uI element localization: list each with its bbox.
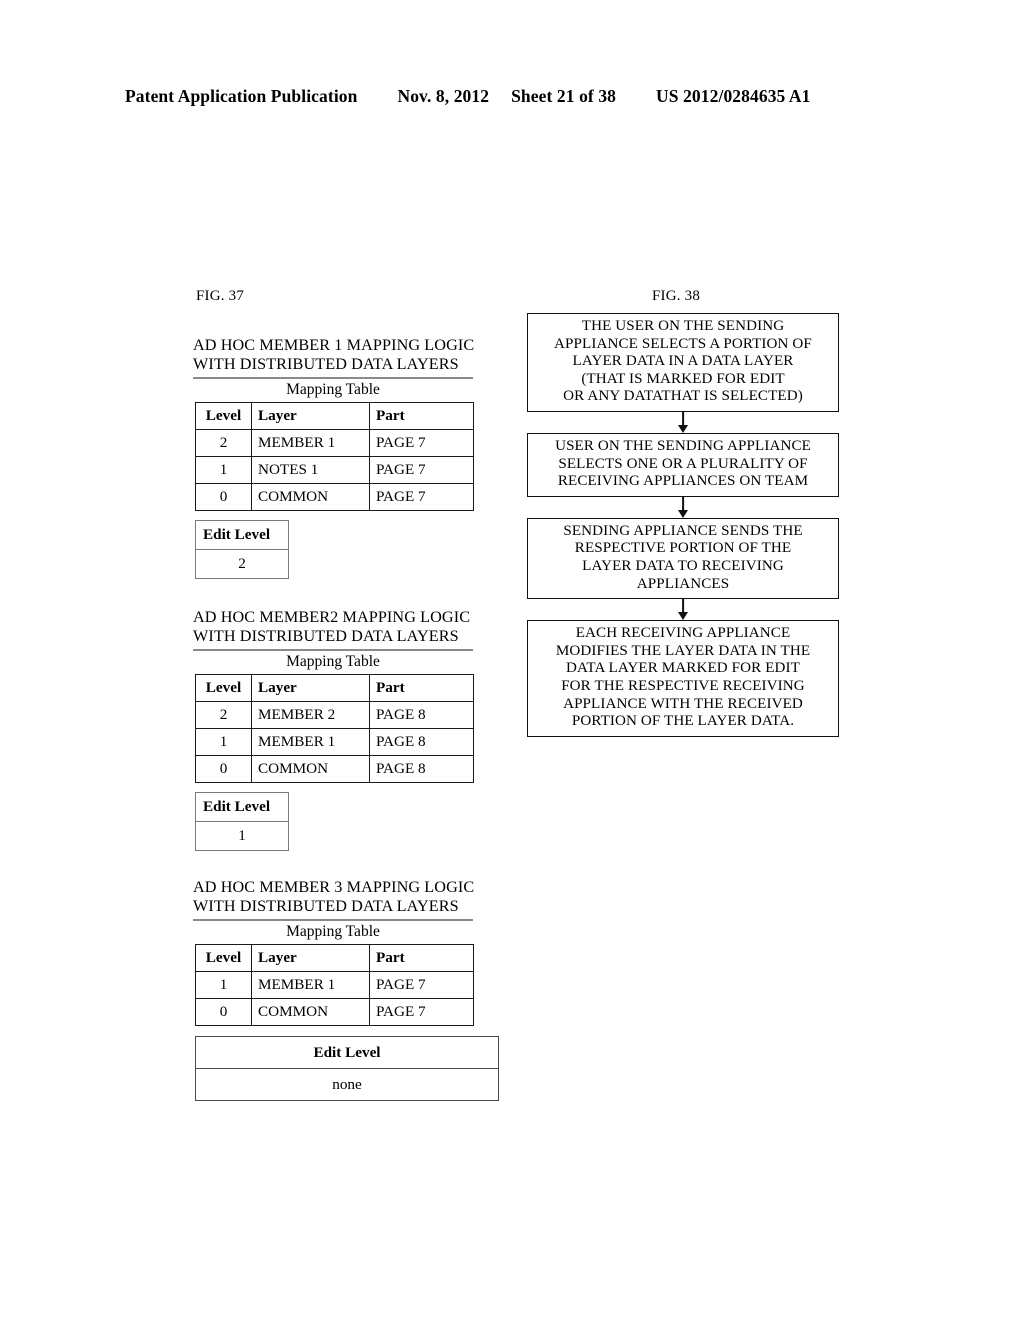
mapping-table: Level Layer Part 1 MEMBER 1 PAGE 7 0 COM… [195,944,474,1026]
edit-level-header-row: Edit Level [195,792,289,822]
column-header-part: Part [369,944,474,972]
figure-label-37: FIG. 37 [196,288,245,304]
section-divider [193,649,473,651]
edit-level-value-row: 1 [195,821,289,851]
mapping-section-member-3: AD HOC MEMBER 3 MAPPING LOGIC WITH DISTR… [193,878,513,1101]
arrow-head-icon [678,612,688,621]
arrow-head-icon [678,509,688,518]
cell-level: 0 [195,755,252,783]
section-divider [193,377,473,379]
cell-part: PAGE 8 [369,728,474,756]
edit-level-value: none [195,1068,499,1101]
table-row: 1 MEMBER 1 PAGE 7 [195,971,474,999]
cell-layer: NOTES 1 [251,456,370,484]
cell-layer: COMMON [251,483,370,511]
flow-arrow-2-to-3 [527,496,839,518]
section-title: AD HOC MEMBER2 MAPPING LOGIC WITH DISTRI… [193,608,471,645]
cell-level: 2 [195,429,252,457]
cell-level: 0 [195,483,252,511]
page-header: Patent Application Publication Nov. 8, 2… [125,86,900,107]
edit-level-box: Edit Level 1 [195,792,289,851]
column-header-part: Part [369,402,474,430]
cell-layer: COMMON [251,755,370,783]
edit-level-box: Edit Level none [195,1036,499,1101]
edit-level-value-row: none [195,1068,499,1101]
cell-level: 2 [195,701,252,729]
flow-step-3: SENDING APPLIANCE SENDS THE RESPECTIVE P… [527,517,839,600]
mapping-table: Level Layer Part 2 MEMBER 1 PAGE 7 1 NOT… [195,402,474,511]
edit-level-label: Edit Level [195,792,289,822]
table-row: 0 COMMON PAGE 7 [195,483,474,511]
figure-38-flowchart: THE USER ON THE SENDING APPLIANCE SELECT… [527,313,839,737]
cell-part: PAGE 8 [369,701,474,729]
section-title: AD HOC MEMBER 1 MAPPING LOGIC WITH DISTR… [193,336,475,373]
publication-date: Nov. 8, 2012 [397,86,490,106]
edit-level-header-row: Edit Level [195,1036,499,1069]
patent-number: US 2012/0284635 A1 [656,86,811,106]
cell-layer: MEMBER 1 [251,971,370,999]
column-header-part: Part [369,674,474,702]
edit-level-value: 1 [195,821,289,851]
section-divider [193,919,473,921]
edit-level-value-row: 2 [195,549,289,579]
column-header-level: Level [195,674,252,702]
table-row: 2 MEMBER 1 PAGE 7 [195,429,474,457]
cell-layer: MEMBER 1 [251,728,370,756]
cell-part: PAGE 8 [369,755,474,783]
table-header-row: Level Layer Part [195,944,474,972]
table-header-row: Level Layer Part [195,402,474,430]
table-row: 1 NOTES 1 PAGE 7 [195,456,474,484]
column-header-level: Level [195,402,252,430]
section-title: AD HOC MEMBER 3 MAPPING LOGIC WITH DISTR… [193,878,475,915]
edit-level-label: Edit Level [195,1036,499,1069]
column-header-level: Level [195,944,252,972]
cell-layer: COMMON [251,998,370,1026]
table-row: 0 COMMON PAGE 8 [195,755,474,783]
cell-part: PAGE 7 [369,483,474,511]
table-row: 0 COMMON PAGE 7 [195,998,474,1026]
flow-arrow-1-to-2 [527,411,839,433]
cell-part: PAGE 7 [369,456,474,484]
flow-step-2: USER ON THE SENDING APPLIANCE SELECTS ON… [527,432,839,497]
edit-level-value: 2 [195,549,289,579]
edit-level-box: Edit Level 2 [195,520,289,579]
edit-level-label: Edit Level [195,520,289,550]
mapping-table: Level Layer Part 2 MEMBER 2 PAGE 8 1 MEM… [195,674,474,783]
mapping-section-member-1: AD HOC MEMBER 1 MAPPING LOGIC WITH DISTR… [193,336,513,579]
cell-level: 1 [195,728,252,756]
table-row: 1 MEMBER 1 PAGE 8 [195,728,474,756]
figure-37: AD HOC MEMBER 1 MAPPING LOGIC WITH DISTR… [193,336,513,1101]
cell-part: PAGE 7 [369,429,474,457]
column-header-layer: Layer [251,944,370,972]
sheet-number: Sheet 21 of 38 [511,86,617,106]
cell-layer: MEMBER 1 [251,429,370,457]
table-row: 2 MEMBER 2 PAGE 8 [195,701,474,729]
flow-arrow-3-to-4 [527,599,839,621]
table-caption: Mapping Table [286,923,380,940]
publication-type: Patent Application Publication [125,86,358,106]
column-header-layer: Layer [251,402,370,430]
figure-label-38: FIG. 38 [652,288,701,304]
cell-part: PAGE 7 [369,971,474,999]
cell-part: PAGE 7 [369,998,474,1026]
cell-level: 0 [195,998,252,1026]
cell-level: 1 [195,971,252,999]
cell-level: 1 [195,456,252,484]
flow-step-1: THE USER ON THE SENDING APPLIANCE SELECT… [527,313,839,412]
flow-step-4: EACH RECEIVING APPLIANCE MODIFIES THE LA… [527,620,839,737]
arrow-head-icon [678,424,688,433]
mapping-section-member-2: AD HOC MEMBER2 MAPPING LOGIC WITH DISTRI… [193,608,513,851]
cell-layer: MEMBER 2 [251,701,370,729]
column-header-layer: Layer [251,674,370,702]
table-caption: Mapping Table [286,381,380,398]
table-header-row: Level Layer Part [195,674,474,702]
table-caption: Mapping Table [286,653,380,670]
edit-level-header-row: Edit Level [195,520,289,550]
